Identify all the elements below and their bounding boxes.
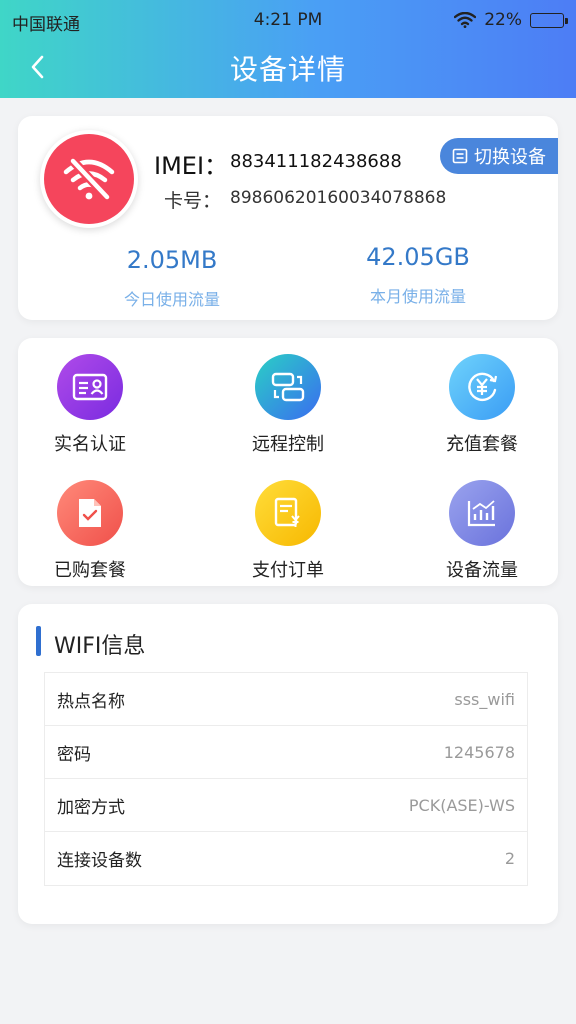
month-usage-label: 本月使用流量 <box>369 287 466 306</box>
menu-label: 实名认证 <box>54 434 126 455</box>
device-avatar <box>40 130 138 228</box>
today-usage-label: 今日使用流量 <box>123 290 220 309</box>
today-usage-value: 2.05MB <box>126 246 218 274</box>
switch-device-label: 切换设备 <box>474 147 546 168</box>
wifi-info-card: WIFI信息 热点名称 sss_wifi 密码 1245678 加密方式 PCK… <box>18 604 558 924</box>
wifi-info-table: 热点名称 sss_wifi 密码 1245678 加密方式 PCK(ASE)-W… <box>44 672 528 886</box>
traffic-chart-icon <box>467 500 495 527</box>
wifi-row-connected-devices: 连接设备数 2 <box>45 832 527 885</box>
switch-device-button[interactable]: 切换设备 <box>440 138 558 174</box>
month-usage-value: 42.05GB <box>366 243 470 271</box>
menu-label: 已购套餐 <box>54 560 126 581</box>
wifi-row-password: 密码 1245678 <box>45 726 527 779</box>
wifi-row-encryption: 加密方式 PCK(ASE)-WS <box>45 779 527 832</box>
id-card-icon <box>72 373 108 401</box>
wifi-signal-icon <box>454 12 477 28</box>
menu-label: 充值套餐 <box>446 434 518 455</box>
wifi-row-value: PCK(ASE)-WS <box>408 795 515 815</box>
wifi-row-hotspot-name: 热点名称 sss_wifi <box>45 673 527 726</box>
wifi-off-icon <box>63 156 115 202</box>
month-usage: 42.05GB 本月使用流量 <box>318 243 518 307</box>
purchased-package-icon <box>79 499 101 527</box>
page-title: 设备详情 <box>229 53 346 86</box>
today-usage: 2.05MB 今日使用流量 <box>72 246 272 310</box>
card-number-value: 89860620160034078868 <box>230 188 447 208</box>
payment-order-icon <box>274 497 300 527</box>
wifi-row-key: 加密方式 <box>57 797 125 818</box>
wifi-row-key: 热点名称 <box>57 691 125 712</box>
wifi-row-key: 密码 <box>57 744 91 765</box>
menu-item-payment-order[interactable]: 支付订单 <box>228 480 348 582</box>
wifi-row-value: sss_wifi <box>454 689 515 709</box>
header: 中国联通 4:21 PM 22% 设备详情 <box>0 0 576 98</box>
remote-control-icon <box>271 372 305 402</box>
menu-item-real-name[interactable]: 实名认证 <box>30 354 150 456</box>
wifi-row-value: 2 <box>504 849 515 868</box>
status-bar: 中国联通 4:21 PM 22% <box>0 0 576 40</box>
menu-item-remote-control[interactable]: 远程控制 <box>228 354 348 456</box>
battery-icon <box>530 12 568 28</box>
function-menu: 实名认证 远程控制 充值套餐 已购套餐 支付订单 设备流量 <box>18 338 558 586</box>
menu-item-recharge[interactable]: 充值套餐 <box>422 354 542 456</box>
imei-value: 883411182438688 <box>230 151 402 172</box>
device-card: IMEI： 883411182438688 卡号： 89860620160034… <box>18 116 558 320</box>
menu-label: 远程控制 <box>252 434 324 455</box>
menu-label: 设备流量 <box>446 560 518 581</box>
menu-item-purchased[interactable]: 已购套餐 <box>30 480 150 582</box>
battery-percent: 22% <box>484 10 522 30</box>
card-number-label: 卡号： <box>164 190 222 212</box>
recharge-icon <box>468 372 498 402</box>
wifi-row-key: 连接设备数 <box>57 851 142 871</box>
menu-label: 支付订单 <box>252 560 324 581</box>
switch-device-icon <box>452 148 468 164</box>
section-marker <box>36 626 41 656</box>
wifi-section-title: WIFI信息 <box>54 634 146 659</box>
status-right: 22% <box>454 10 568 30</box>
imei-label: IMEI： <box>154 152 229 180</box>
menu-item-device-traffic[interactable]: 设备流量 <box>422 480 542 582</box>
wifi-row-value: 1245678 <box>443 742 515 762</box>
